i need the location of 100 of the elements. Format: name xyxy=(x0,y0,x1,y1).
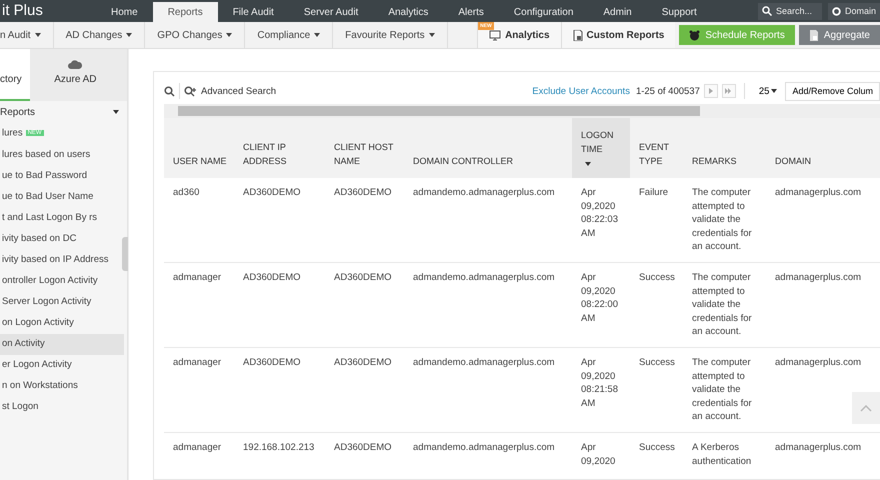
table-cell: admanagerplus.com xyxy=(766,433,880,480)
collapse-handle[interactable] xyxy=(122,237,128,271)
table-cell: Apr 09,2020 08:21:58 AM xyxy=(572,348,630,433)
table-cell: The computer attempted to validate the credentials for an account. xyxy=(683,263,766,348)
column-header[interactable]: DOMAIN CONTROLLER xyxy=(404,118,572,178)
table-cell: AD360DEMO xyxy=(325,263,404,348)
nav-tab[interactable]: Support xyxy=(646,2,712,22)
table-cell: Apr 09,2020 08:22:00 AM xyxy=(572,263,630,348)
report-link[interactable]: ontroller Logon Activity xyxy=(0,270,124,292)
table-cell: admanagerplus.com xyxy=(766,263,880,348)
caret-icon xyxy=(126,33,132,37)
report-link[interactable]: ivity based on IP Address xyxy=(0,250,124,271)
table-cell: The computer attempted to validate the credentials for an account. xyxy=(683,178,766,263)
table-cell: Success xyxy=(630,433,683,480)
table-cell: admandemo.admanagerplus.com xyxy=(404,433,572,480)
monitor-icon xyxy=(489,30,502,40)
column-header[interactable]: LOGON TIME xyxy=(572,118,630,178)
sidebar-tab[interactable]: Azure AD xyxy=(30,49,127,101)
nav-tab[interactable]: Home xyxy=(96,2,153,22)
table-cell: Success xyxy=(630,348,683,433)
table-cell: AD360DEMO xyxy=(325,178,404,263)
menu-dropdown[interactable]: Compliance xyxy=(245,22,334,48)
scroll-top-button[interactable] xyxy=(852,392,880,424)
scrollbar-thumb[interactable] xyxy=(178,106,700,116)
report-link[interactable]: er Logon Activity xyxy=(0,354,124,376)
table-cell: AD360DEMO xyxy=(325,433,404,480)
document-icon xyxy=(572,30,583,40)
report-link[interactable]: Server Logon Activity xyxy=(0,292,124,313)
table-cell: admanager xyxy=(164,263,234,348)
ring-icon xyxy=(832,6,841,16)
menu-dropdown[interactable]: GPO Changes xyxy=(145,22,246,48)
nav-tab[interactable]: Alerts xyxy=(443,2,499,22)
section-title: Reports xyxy=(0,106,36,118)
column-header[interactable]: CLIENT IP ADDRESS xyxy=(234,118,325,178)
column-header[interactable]: CLIENT HOST NAME xyxy=(325,118,404,178)
exclude-link[interactable]: Exclude User Accounts xyxy=(532,86,630,96)
report-link[interactable]: on Activity xyxy=(0,334,124,355)
nav-tab[interactable]: Configuration xyxy=(498,2,588,22)
report-link[interactable]: ue to Bad Password xyxy=(0,166,124,187)
last-page-button[interactable] xyxy=(722,84,736,98)
play-icon xyxy=(708,88,713,94)
next-page-button[interactable] xyxy=(704,84,718,98)
table-cell: Apr 09,2020 08:22:03 AM xyxy=(572,178,630,263)
table-cell: AD360DEMO xyxy=(234,263,325,348)
report-link[interactable]: ivity based on DC xyxy=(0,228,124,250)
table-cell: admandemo.admanagerplus.com xyxy=(404,348,572,433)
caret-icon xyxy=(226,33,232,37)
table-cell: admandemo.admanagerplus.com xyxy=(404,263,572,348)
nav-tab[interactable]: File Audit xyxy=(218,2,289,22)
caret-icon xyxy=(428,33,435,37)
table-cell: Failure xyxy=(630,178,683,263)
table-cell: Success xyxy=(630,263,683,348)
advanced-search-link[interactable]: Advanced Search xyxy=(201,86,276,96)
menu-dropdown[interactable]: Favourite Reports xyxy=(333,22,448,48)
double-arrow-icon xyxy=(725,88,732,94)
column-header[interactable]: DOMAIN xyxy=(766,118,880,178)
column-header[interactable]: USER NAME xyxy=(164,118,234,178)
nav-tab[interactable]: Admin xyxy=(588,2,647,22)
table-cell: ad360 xyxy=(164,178,234,263)
report-link[interactable]: n on Workstations xyxy=(0,376,124,397)
report-link[interactable]: st Logon xyxy=(0,396,124,418)
nav-tab[interactable]: Reports xyxy=(152,2,218,22)
cloud-icon xyxy=(67,59,84,70)
chevron-up-icon xyxy=(860,404,872,412)
nav-tab[interactable]: Server Audit xyxy=(288,2,374,22)
report-tab[interactable]: Custom Reports xyxy=(560,22,676,48)
table-cell: AD360DEMO xyxy=(234,178,325,263)
report-button[interactable]: Aggregate xyxy=(798,25,880,45)
table-cell: admanagerplus.com xyxy=(766,178,880,263)
domain-button[interactable]: Domain xyxy=(828,2,880,20)
column-header[interactable]: REMARKS xyxy=(683,118,766,178)
report-link[interactable]: t and Last Logon By rs xyxy=(0,208,124,229)
caret-icon xyxy=(34,33,41,37)
page-size-dropdown[interactable]: 25 xyxy=(758,86,778,96)
columns-button[interactable]: Add/Remove Colum xyxy=(785,82,880,100)
app-title: it Plus xyxy=(1,1,44,21)
caret-icon xyxy=(113,110,119,114)
sidebar-tab[interactable]: ctory xyxy=(0,49,30,101)
table-cell: The computer attempted to validate the credentials for an account. xyxy=(683,348,766,433)
column-header[interactable]: EVENT TYPE xyxy=(630,118,683,178)
caret-icon xyxy=(771,89,778,93)
table-cell: admanager xyxy=(164,348,234,433)
table-cell: AD360DEMO xyxy=(325,348,404,433)
report-link[interactable]: ue to Bad User Name xyxy=(0,186,124,208)
table-cell: 192.168.102.213 xyxy=(234,433,325,480)
table-cell: A Kerberos authentication xyxy=(683,433,766,480)
record-range: 1-25 of 400537 xyxy=(636,86,700,96)
menu-dropdown[interactable]: AD Changes xyxy=(54,22,146,48)
table-cell: AD360DEMO xyxy=(234,348,325,433)
table-cell: admandemo.admanagerplus.com xyxy=(404,178,572,263)
table-cell: Apr 09,2020 xyxy=(572,433,630,480)
nav-tab[interactable]: Analytics xyxy=(373,2,444,22)
document-icon xyxy=(808,30,819,40)
search-icon[interactable] xyxy=(164,86,175,96)
search-field[interactable]: Search... xyxy=(758,2,822,20)
report-link[interactable]: on Logon Activity xyxy=(0,312,124,334)
report-link[interactable]: lures based on users xyxy=(0,144,124,166)
search-plus-icon xyxy=(184,86,197,96)
caret-icon xyxy=(314,33,320,37)
menu-dropdown[interactable]: n Audit xyxy=(0,22,54,48)
